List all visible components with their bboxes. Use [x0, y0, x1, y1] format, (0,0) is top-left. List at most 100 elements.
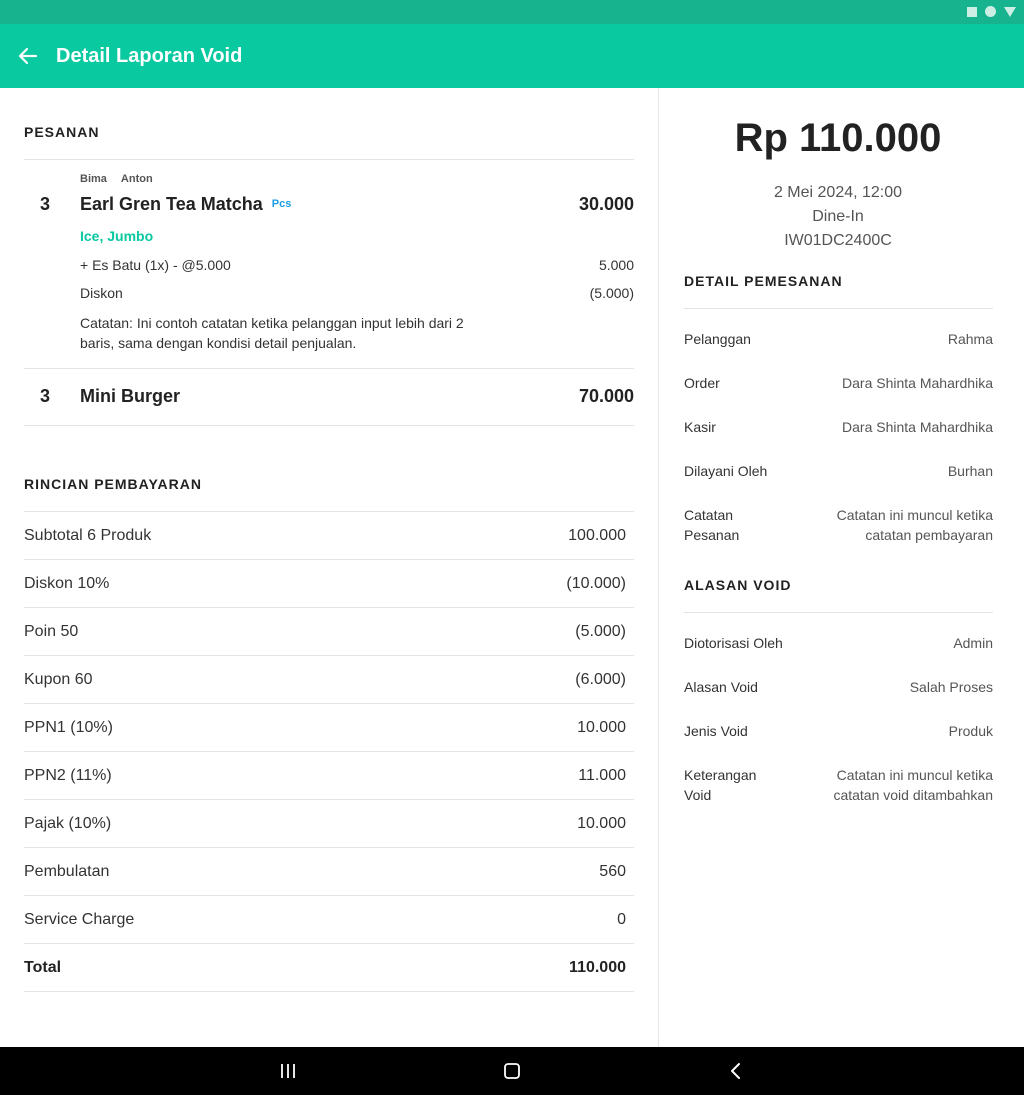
- system-icons: [967, 6, 1016, 17]
- void-label: Jenis Void: [684, 723, 748, 739]
- circle-icon: [985, 6, 996, 17]
- discount-label: Diskon: [80, 285, 123, 301]
- void-row: Diotorisasi Oleh Admin: [684, 633, 993, 653]
- chevron-left-icon: [731, 1063, 740, 1079]
- item-addon-row: + Es Batu (1x) - @5.000 5.000: [80, 257, 634, 273]
- void-value: Salah Proses: [909, 679, 993, 695]
- order-item[interactable]: 3 Mini Burger 70.000: [24, 369, 634, 425]
- staff-name: Bima: [80, 173, 107, 185]
- detail-label: Kasir: [684, 419, 716, 435]
- addon-value: 5.000: [598, 257, 634, 273]
- detail-row: Order Dara Shinta Mahardhika: [684, 373, 993, 393]
- void-row: Jenis Void Produk: [684, 721, 993, 741]
- void-label: Diotorisasi Oleh: [684, 635, 783, 651]
- order-item[interactable]: Bima Anton 3 Earl Gren Tea Matcha Pcs 30.0…: [24, 160, 634, 368]
- void-label: Alasan Void: [684, 679, 758, 695]
- payment-label: Pembulatan: [24, 862, 110, 880]
- payment-total-row: Total 110.000: [24, 944, 634, 992]
- home-icon: [504, 1063, 520, 1079]
- signal-icon: [1004, 6, 1016, 17]
- payment-label: PPN2 (11%): [24, 766, 112, 784]
- item-price: 70.000: [578, 386, 634, 406]
- void-value: Admin: [953, 635, 993, 651]
- payment-row: Poin 50 (5.000): [24, 608, 634, 656]
- detail-value: Burhan: [947, 463, 993, 479]
- payment-total-label: Total: [24, 958, 62, 976]
- payment-value: 10.000: [577, 718, 626, 736]
- payment-section: RINCIAN PEMBAYARAN Subtotal 6 Produk 100.…: [24, 476, 634, 992]
- page-title: Detail Laporan Void: [56, 44, 243, 67]
- left-panel: PESANAN Bima Anton 3 Earl Gren Tea Matcha…: [0, 88, 659, 1047]
- void-label: Keterangan Void: [684, 767, 757, 803]
- order-type: Dine-In: [812, 208, 864, 225]
- back-button[interactable]: [0, 24, 56, 88]
- arrow-left-icon: [18, 47, 38, 65]
- item-note: Catatan: Ini contoh catatan ketika pelan…: [80, 315, 464, 351]
- discount-value: (5.000): [589, 285, 634, 301]
- payment-label: PPN1 (10%): [24, 718, 113, 736]
- staff-name: Anton: [120, 173, 153, 185]
- payment-row: PPN1 (10%) 10.000: [24, 704, 634, 752]
- home-button[interactable]: [492, 1059, 532, 1083]
- payment-value: 11.000: [578, 766, 626, 784]
- detail-row: Catatan Pesanan Catatan ini muncul ketika…: [684, 505, 993, 545]
- payment-value: (5.000): [575, 622, 626, 640]
- void-value: Catatan ini muncul ketika catatan void d…: [833, 767, 993, 803]
- status-bar: [0, 0, 1024, 24]
- payment-row: Diskon 10% (10.000): [24, 560, 634, 608]
- item-discount-row: Diskon (5.000): [80, 285, 634, 301]
- divider: [684, 612, 993, 613]
- payment-value: 100.000: [568, 526, 626, 544]
- order-section: PESANAN Bima Anton 3 Earl Gren Tea Matcha…: [24, 124, 634, 426]
- item-variant: Ice, Jumbo: [80, 228, 154, 244]
- payment-row: Service Charge 0: [24, 896, 634, 944]
- void-row: Keterangan Void Catatan ini muncul ketika…: [684, 765, 993, 805]
- payment-label: Kupon 60: [24, 670, 93, 688]
- order-detail-section: DETAIL PEMESANAN Pelanggan Rahma Order Dar…: [684, 273, 993, 545]
- square-icon: [967, 6, 977, 17]
- void-row: Alasan Void Salah Proses: [684, 677, 993, 697]
- detail-label: Dilayani Oleh: [684, 463, 768, 479]
- navigation-bar: [0, 1047, 1024, 1095]
- payment-value: 560: [599, 862, 626, 880]
- item-qty: 3: [40, 386, 51, 406]
- payment-value: 0: [617, 910, 626, 928]
- detail-row: Kasir Dara Shinta Mahardhika: [684, 417, 993, 437]
- addon-label: + Es Batu (1x) - @5.000: [80, 257, 231, 273]
- payment-row: Pajak (10%) 10.000: [24, 800, 634, 848]
- item-unit: Pcs: [271, 198, 292, 210]
- nav-back-button[interactable]: [716, 1059, 756, 1083]
- payment-label: Diskon 10%: [24, 574, 110, 592]
- payment-row: Kupon 60 (6.000): [24, 656, 634, 704]
- payment-value: 10.000: [577, 814, 626, 832]
- detail-row: Pelanggan Rahma: [684, 329, 993, 349]
- detail-label: Pelanggan: [684, 331, 751, 347]
- item-name: Earl Gren Tea Matcha Pcs: [80, 194, 291, 215]
- void-reason-section: ALASAN VOID Diotorisasi Oleh Admin Alasan…: [684, 577, 993, 805]
- divider: [684, 308, 993, 309]
- void-value: Produk: [948, 723, 993, 739]
- item-name: Mini Burger: [80, 386, 181, 406]
- payment-row: Pembulatan 560: [24, 848, 634, 896]
- item-qty: 3: [40, 194, 51, 214]
- app-bar: Detail Laporan Void: [0, 24, 1024, 88]
- payment-label: Poin 50: [24, 622, 79, 640]
- payment-value: (6.000): [575, 670, 626, 688]
- recents-button[interactable]: [268, 1059, 308, 1083]
- grand-total: Rp 110.000: [734, 116, 942, 160]
- recents-icon: [281, 1064, 295, 1078]
- void-reason-title: ALASAN VOID: [684, 577, 792, 593]
- item-staff: Bima Anton: [80, 173, 153, 185]
- detail-value: Dara Shinta Mahardhika: [842, 375, 993, 391]
- payment-section-title: RINCIAN PEMBAYARAN: [24, 476, 202, 492]
- order-section-title: PESANAN: [24, 124, 100, 140]
- payment-value: (10.000): [566, 574, 626, 592]
- right-panel: Rp 110.000 2 Mei 2024, 12:00 Dine-In IW0…: [660, 88, 1024, 1047]
- divider: [24, 425, 634, 426]
- transaction-code: IW01DC2400C: [784, 232, 892, 249]
- payment-row: Subtotal 6 Produk 100.000: [24, 512, 634, 560]
- payment-label: Pajak (10%): [24, 814, 112, 832]
- payment-label: Subtotal 6 Produk: [24, 526, 152, 544]
- item-price: 30.000: [578, 194, 634, 214]
- payment-total-value: 110.000: [569, 958, 626, 976]
